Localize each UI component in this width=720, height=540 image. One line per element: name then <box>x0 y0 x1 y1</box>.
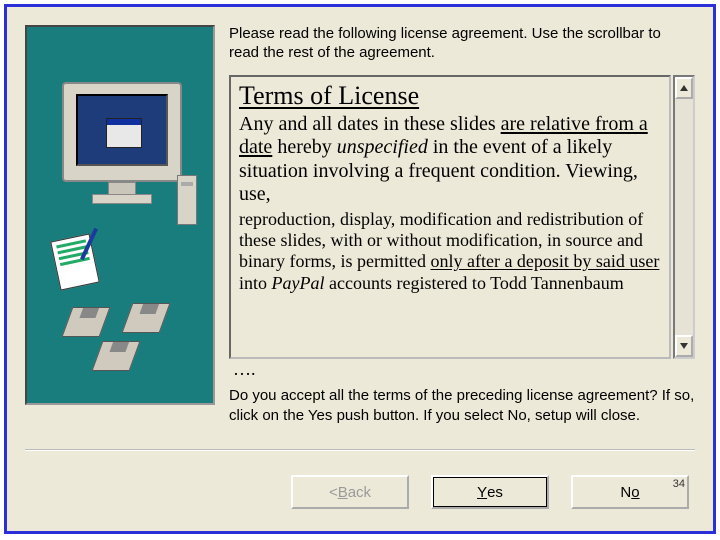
no-button[interactable]: No 34 <box>571 475 689 509</box>
button-row: < Back Yes No 34 <box>291 475 689 509</box>
scroll-track[interactable] <box>675 99 693 335</box>
yes-button[interactable]: Yes <box>431 475 549 509</box>
license-textbox: Terms of License Any and all dates in th… <box>229 75 671 359</box>
floppy-icon <box>122 303 171 333</box>
tower-icon <box>177 175 197 225</box>
license-ellipsis: …. <box>229 359 695 380</box>
license-container: Terms of License Any and all dates in th… <box>229 75 695 359</box>
back-button: < Back <box>291 475 409 509</box>
license-scrollbar[interactable] <box>673 75 695 359</box>
separator <box>25 449 695 451</box>
license-title: Terms of License <box>239 81 661 111</box>
floppy-icon <box>92 341 141 371</box>
scroll-down-button[interactable] <box>675 335 693 357</box>
chevron-up-icon <box>679 83 689 93</box>
right-panel: Please read the following license agreem… <box>229 25 695 426</box>
page-number: 34 <box>673 478 685 490</box>
notepad-icon <box>50 233 100 290</box>
floppy-icon <box>62 307 111 337</box>
content-area: Please read the following license agreem… <box>7 7 713 426</box>
scroll-up-button[interactable] <box>675 77 693 99</box>
license-body-2: reproduction, display, modification and … <box>239 209 661 294</box>
side-illustration <box>25 25 215 405</box>
installer-window: Please read the following license agreem… <box>4 4 716 534</box>
chevron-down-icon <box>679 341 689 351</box>
license-body-1: Any and all dates in these slides are re… <box>239 113 661 207</box>
accept-question: Do you accept all the terms of the prece… <box>229 386 695 427</box>
computer-icon <box>62 82 182 222</box>
instructions-text: Please read the following license agreem… <box>229 25 695 63</box>
